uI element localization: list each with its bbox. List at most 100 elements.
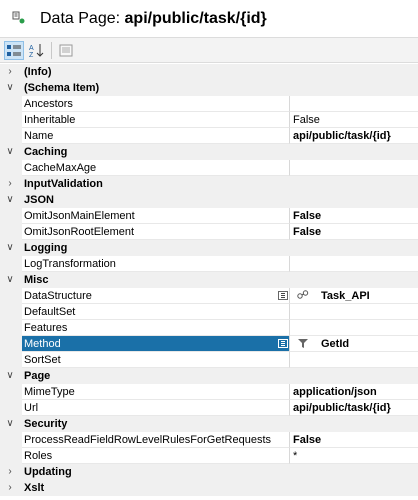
chevron-down-icon[interactable]: ∨ xyxy=(4,80,16,96)
property-value[interactable]: GetId xyxy=(289,336,418,352)
category-row[interactable]: › Xslt xyxy=(0,480,418,496)
chevron-down-icon[interactable]: ∨ xyxy=(4,144,16,160)
category-label: Page xyxy=(24,370,51,382)
property-row[interactable]: Roles * xyxy=(0,448,418,464)
row-gutter xyxy=(0,432,22,448)
property-row[interactable]: DataStructure Task_API xyxy=(0,288,418,304)
row-gutter xyxy=(0,112,22,128)
property-name[interactable]: SortSet xyxy=(22,352,289,368)
property-row[interactable]: Method GetId xyxy=(0,336,418,352)
edit-ellipsis-button[interactable] xyxy=(278,339,288,348)
property-value[interactable] xyxy=(289,320,418,336)
property-name[interactable]: LogTransformation xyxy=(22,256,289,272)
property-row[interactable]: Url api/public/task/{id} xyxy=(0,400,418,416)
page-title: Data Page: api/public/task/{id} xyxy=(40,9,267,29)
property-name[interactable]: OmitJsonMainElement xyxy=(22,208,289,224)
property-name[interactable]: Inheritable xyxy=(22,112,289,128)
property-name[interactable]: Ancestors xyxy=(22,96,289,112)
chevron-down-icon[interactable]: ∨ xyxy=(4,368,16,384)
property-value-text: False xyxy=(293,114,320,126)
method-icon xyxy=(297,337,309,349)
chevron-right-icon[interactable]: › xyxy=(4,176,16,192)
property-name[interactable]: Name xyxy=(22,128,289,144)
property-name[interactable]: MimeType xyxy=(22,384,289,400)
property-name[interactable]: Features xyxy=(22,320,289,336)
chevron-right-icon[interactable]: › xyxy=(4,480,16,496)
property-row[interactable]: LogTransformation xyxy=(0,256,418,272)
property-value[interactable] xyxy=(289,96,418,112)
property-value[interactable] xyxy=(289,352,418,368)
chevron-down-icon[interactable]: ∨ xyxy=(4,192,16,208)
edit-ellipsis-button[interactable] xyxy=(278,291,288,300)
property-pages-icon xyxy=(59,44,73,57)
property-row[interactable]: OmitJsonRootElement False xyxy=(0,224,418,240)
category-row[interactable]: › Updating xyxy=(0,464,418,480)
property-row[interactable]: SortSet xyxy=(0,352,418,368)
alphabetical-sort-button[interactable]: A Z xyxy=(27,41,47,60)
property-value[interactable]: Task_API xyxy=(289,288,418,304)
row-gutter xyxy=(0,128,22,144)
property-row[interactable]: Inheritable False xyxy=(0,112,418,128)
property-value[interactable]: api/public/task/{id} xyxy=(289,400,418,416)
chevron-down-icon[interactable]: ∨ xyxy=(4,416,16,432)
property-value[interactable]: api/public/task/{id} xyxy=(289,128,418,144)
property-value[interactable]: * xyxy=(289,448,418,464)
category-row[interactable]: › InputValidation xyxy=(0,176,418,192)
property-row[interactable]: Name api/public/task/{id} xyxy=(0,128,418,144)
property-value[interactable] xyxy=(289,256,418,272)
chevron-right-icon[interactable]: › xyxy=(4,64,16,80)
toolbar-separator xyxy=(51,42,52,59)
property-value[interactable]: application/json xyxy=(289,384,418,400)
property-name[interactable]: DefaultSet xyxy=(22,304,289,320)
category-label: Misc xyxy=(24,274,49,286)
svg-text:Z: Z xyxy=(29,52,34,59)
data-page-icon xyxy=(12,11,25,24)
property-name[interactable]: OmitJsonRootElement xyxy=(22,224,289,240)
property-value-text: False xyxy=(293,210,322,222)
row-gutter xyxy=(0,400,22,416)
property-row[interactable]: Features xyxy=(0,320,418,336)
chevron-right-icon[interactable]: › xyxy=(4,464,16,480)
property-row[interactable]: CacheMaxAge xyxy=(0,160,418,176)
property-value[interactable]: False xyxy=(289,208,418,224)
property-row[interactable]: ProcessReadFieldRowLevelRulesForGetReque… xyxy=(0,432,418,448)
property-name[interactable]: Url xyxy=(22,400,289,416)
category-label: JSON xyxy=(24,194,54,206)
property-name[interactable]: Roles xyxy=(22,448,289,464)
category-row[interactable]: › (Info) xyxy=(0,64,418,80)
category-label: InputValidation xyxy=(24,178,103,190)
category-label: Updating xyxy=(24,466,72,478)
property-pages-button[interactable] xyxy=(56,41,76,60)
chevron-down-icon[interactable]: ∨ xyxy=(4,272,16,288)
row-gutter xyxy=(0,352,22,368)
property-row[interactable]: OmitJsonMainElement False xyxy=(0,208,418,224)
category-row[interactable]: ∨ Page xyxy=(0,368,418,384)
category-row[interactable]: ∨ Logging xyxy=(0,240,418,256)
category-row[interactable]: ∨ Security xyxy=(0,416,418,432)
property-value[interactable] xyxy=(289,304,418,320)
row-gutter xyxy=(0,224,22,240)
categorized-view-button[interactable] xyxy=(4,41,24,60)
property-name[interactable]: CacheMaxAge xyxy=(22,160,289,176)
property-name[interactable]: DataStructure xyxy=(22,288,289,304)
category-row[interactable]: ∨ Misc xyxy=(0,272,418,288)
category-row[interactable]: ∨ Caching xyxy=(0,144,418,160)
category-row[interactable]: ∨ JSON xyxy=(0,192,418,208)
property-row[interactable]: MimeType application/json xyxy=(0,384,418,400)
category-label: Caching xyxy=(24,146,68,158)
property-value[interactable] xyxy=(289,160,418,176)
category-row[interactable]: ∨ (Schema Item) xyxy=(0,80,418,96)
toolbar: A Z xyxy=(0,37,418,63)
svg-text:A: A xyxy=(29,45,34,52)
property-row[interactable]: DefaultSet xyxy=(0,304,418,320)
sort-az-icon: A Z xyxy=(29,44,44,59)
category-label: Logging xyxy=(24,242,68,254)
property-value-text: False xyxy=(293,226,322,238)
property-row[interactable]: Ancestors xyxy=(0,96,418,112)
property-name[interactable]: Method xyxy=(22,336,289,352)
chevron-down-icon[interactable]: ∨ xyxy=(4,240,16,256)
property-name[interactable]: ProcessReadFieldRowLevelRulesForGetReque… xyxy=(22,432,289,448)
property-value[interactable]: False xyxy=(289,224,418,240)
property-value[interactable]: False xyxy=(289,112,418,128)
property-value[interactable]: False xyxy=(289,432,418,448)
